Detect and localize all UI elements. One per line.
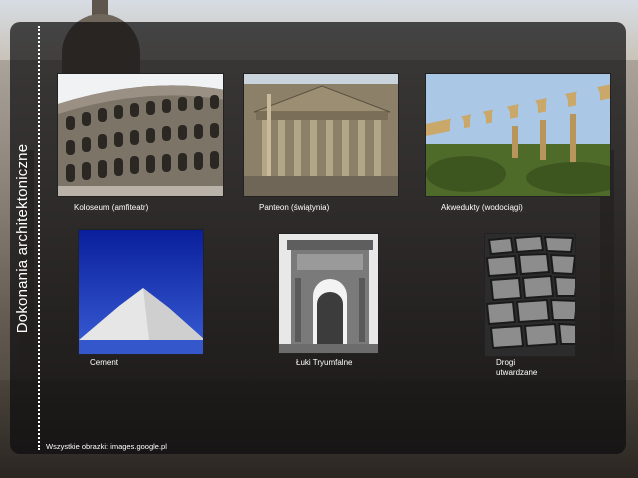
paved-road-image: [484, 233, 576, 357]
caption-pantheon: Panteon (świątynia): [259, 203, 330, 212]
caption-cement: Cement: [90, 358, 119, 367]
triumphal-arch-image: [278, 233, 379, 354]
caption-colosseum: Koloseum (amfiteatr): [74, 203, 149, 212]
caption-triumphal-arch: Łuki Tryumfalne: [296, 358, 353, 367]
title-divider: [38, 26, 40, 450]
image-source-footer: Wszystkie obrazki: images.google.pl: [46, 442, 167, 451]
colosseum-image: [57, 73, 224, 197]
slide-title-vertical: Dokonania architektoniczne: [10, 22, 36, 454]
slide-title: Dokonania architektoniczne: [14, 143, 32, 333]
cement-image: [78, 229, 204, 355]
caption-aqueduct: Akwedukty (wodociągi): [441, 203, 523, 212]
aqueduct-image: [425, 73, 611, 197]
caption-paved-road: Drogi utwardzane: [496, 358, 538, 377]
pantheon-image: [243, 73, 399, 197]
